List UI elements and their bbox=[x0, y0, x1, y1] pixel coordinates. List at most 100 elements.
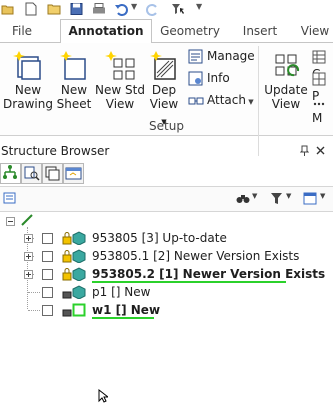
new-std-view-label-1: New Std bbox=[95, 83, 145, 97]
list-view-icon[interactable] bbox=[3, 192, 16, 204]
update-view-label-1: Update bbox=[264, 83, 308, 97]
manage-icon bbox=[188, 49, 203, 64]
tree-row-label: 953805 [3] Up-to-date bbox=[92, 231, 227, 245]
update-view-button[interactable]: Update View bbox=[262, 49, 310, 111]
new-document-icon[interactable] bbox=[25, 2, 37, 16]
undo-icon[interactable] bbox=[114, 2, 128, 16]
pane-title-bar: Structure Browser bbox=[0, 142, 333, 160]
tab-annotation[interactable]: Annotation bbox=[60, 19, 152, 44]
tree-row[interactable]: w1 [] New bbox=[0, 301, 333, 319]
manage-label: Manage bbox=[207, 49, 255, 63]
new-drawing-icon bbox=[13, 51, 41, 80]
structure-tree-icon bbox=[3, 165, 17, 179]
tree-row[interactable]: p1 [] New bbox=[0, 283, 333, 301]
new-sheet-button[interactable]: New Sheet bbox=[54, 49, 94, 111]
undo-dropdown-icon[interactable]: ▼ bbox=[131, 2, 137, 11]
row-checkbox[interactable] bbox=[42, 269, 53, 280]
tab-file[interactable]: File bbox=[2, 20, 42, 42]
properties-icon bbox=[65, 167, 82, 180]
filter-icon[interactable] bbox=[270, 192, 283, 205]
pin-icon[interactable] bbox=[300, 145, 309, 156]
filter-dropdown-icon[interactable]: ▼ bbox=[286, 192, 291, 200]
dep-view-icon bbox=[150, 51, 176, 80]
new-drawing-button[interactable]: New Drawing bbox=[2, 49, 54, 111]
new-sheet-icon bbox=[60, 51, 86, 80]
attach-label: Attach bbox=[207, 93, 246, 107]
ribbon-right-item-1[interactable]: C bbox=[312, 47, 333, 81]
search-tab-icon bbox=[24, 166, 40, 181]
sketch-icon bbox=[72, 303, 86, 317]
row-checkbox[interactable] bbox=[42, 233, 53, 244]
info-icon bbox=[188, 71, 203, 86]
save-icon[interactable] bbox=[70, 2, 83, 16]
pane-title: Structure Browser bbox=[1, 144, 110, 158]
pane-tab-strip bbox=[0, 162, 333, 186]
root-collapse-toggle[interactable] bbox=[6, 217, 15, 226]
ribbon-right-item-2[interactable]: P bbox=[312, 69, 333, 103]
tab-insert[interactable]: Insert bbox=[232, 20, 288, 42]
new-sheet-label-1: New bbox=[60, 83, 88, 97]
close-icon[interactable] bbox=[316, 146, 325, 155]
part-icon bbox=[72, 267, 86, 281]
new-std-view-icon bbox=[105, 51, 135, 80]
ribbon-separator bbox=[258, 46, 259, 156]
quick-access-toolbar: ▼ ▼ bbox=[0, 0, 333, 20]
dep-view-label-2: View bbox=[149, 97, 179, 111]
tree-row[interactable]: 953805.1 [2] Newer Version Exists bbox=[0, 247, 333, 265]
expand-toggle[interactable] bbox=[24, 234, 33, 243]
binoculars-dropdown-icon[interactable]: ▼ bbox=[252, 192, 257, 200]
update-view-label-2: View bbox=[271, 97, 301, 111]
attach-dropdown-icon[interactable]: ▼ bbox=[246, 98, 253, 106]
tab-search[interactable] bbox=[21, 163, 42, 184]
tab-layers[interactable] bbox=[42, 163, 63, 184]
ribbon-panel: New Drawing New Sheet New Std View Dep V… bbox=[0, 43, 333, 156]
row-checkbox[interactable] bbox=[42, 251, 53, 262]
lock-icon bbox=[62, 309, 72, 317]
open-folder-icon[interactable] bbox=[1, 2, 15, 16]
attach-icon bbox=[188, 97, 204, 105]
print-icon[interactable] bbox=[92, 2, 106, 16]
expand-toggle[interactable] bbox=[24, 252, 33, 261]
redo-icon[interactable] bbox=[146, 2, 160, 16]
new-drawing-label-2: Drawing bbox=[3, 97, 53, 111]
new-std-view-label-2: View bbox=[105, 97, 135, 111]
tree-guide-h bbox=[28, 292, 40, 293]
select-filter-icon[interactable] bbox=[170, 2, 186, 16]
attach-button[interactable]: Attach ▼ bbox=[188, 91, 254, 109]
dep-view-label-1: Dep bbox=[151, 83, 177, 97]
row-checkbox[interactable] bbox=[42, 305, 53, 316]
manage-button[interactable]: Manage bbox=[188, 47, 255, 65]
ribbon-right-item-3[interactable]: M bbox=[312, 91, 333, 125]
tree-guide-h bbox=[28, 310, 40, 311]
tab-view[interactable]: View bbox=[294, 20, 333, 42]
options-dropdown-icon[interactable]: ▼ bbox=[320, 192, 325, 200]
grid-icon bbox=[312, 72, 326, 85]
info-button[interactable]: Info bbox=[188, 69, 230, 87]
tab-geometry[interactable]: Geometry bbox=[154, 20, 226, 42]
tree-row-label: p1 [] New bbox=[92, 285, 151, 299]
qat-customize-icon[interactable]: ▼ bbox=[196, 2, 202, 11]
binoculars-icon[interactable] bbox=[236, 192, 250, 204]
expand-toggle[interactable] bbox=[24, 270, 33, 279]
part-icon bbox=[72, 285, 86, 299]
tab-structure-tree[interactable] bbox=[0, 163, 21, 184]
new-std-view-button[interactable]: New Std View bbox=[94, 49, 146, 111]
tree-row[interactable]: 953805.2 [1] Newer Version Exists bbox=[0, 265, 333, 283]
row-checkbox[interactable] bbox=[42, 287, 53, 298]
options-icon[interactable] bbox=[303, 192, 317, 205]
lock-icon bbox=[62, 291, 72, 299]
part-icon bbox=[72, 249, 86, 263]
lock-icon bbox=[62, 268, 72, 281]
new-sheet-label-2: Sheet bbox=[56, 97, 92, 111]
more-icon bbox=[313, 102, 325, 105]
part-icon bbox=[72, 231, 86, 245]
new-drawing-label-1: New bbox=[14, 83, 42, 97]
open-icon[interactable] bbox=[47, 2, 61, 16]
update-view-icon bbox=[275, 54, 300, 77]
lock-icon bbox=[62, 250, 72, 263]
root-assembly-icon bbox=[21, 214, 33, 226]
active-underline bbox=[92, 317, 154, 319]
structure-tree: 953805 [3] Up-to-date 953805.1 [2] Newer… bbox=[0, 211, 333, 403]
tree-row[interactable]: 953805 [3] Up-to-date bbox=[0, 229, 333, 247]
tab-properties[interactable] bbox=[63, 163, 84, 184]
